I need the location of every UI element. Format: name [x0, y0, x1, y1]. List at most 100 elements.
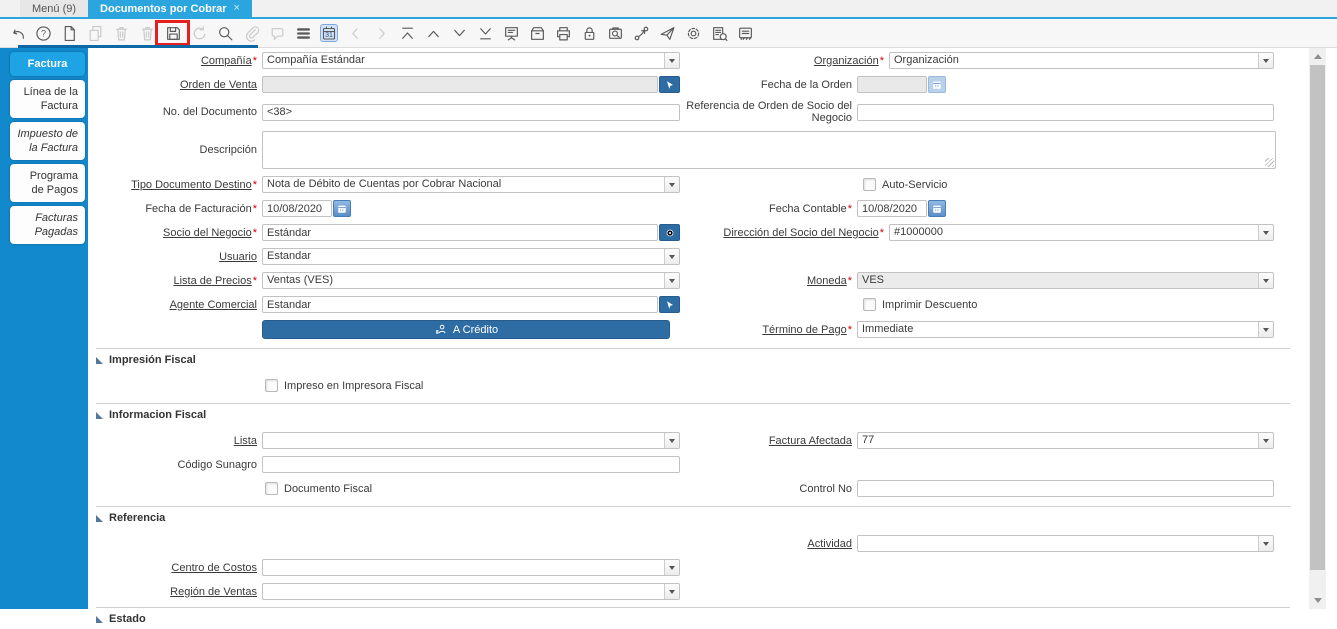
- chevron-down-icon[interactable]: [664, 249, 679, 264]
- direccion-socio-label[interactable]: Dirección del Socio del Negocio: [723, 227, 878, 239]
- organizacion-label[interactable]: Organización: [814, 55, 879, 67]
- chevron-down-icon[interactable]: [1258, 536, 1273, 551]
- socio-del-negocio-search-button[interactable]: [659, 224, 680, 241]
- imprimir-descuento-checkbox[interactable]: [863, 298, 876, 311]
- no-del-documento-field[interactable]: [262, 103, 680, 121]
- last-record-button[interactable]: [476, 24, 494, 42]
- sidebar-tab-facturas-pagadas[interactable]: Facturas Pagadas: [10, 206, 85, 244]
- socio-del-negocio-label[interactable]: Socio del Negocio: [163, 227, 252, 239]
- save-button[interactable]: [164, 24, 182, 42]
- chevron-down-icon[interactable]: [664, 584, 679, 599]
- referencia-orden-field[interactable]: [857, 103, 1274, 121]
- termino-de-pago-field[interactable]: Immediate: [857, 321, 1274, 338]
- usuario-field[interactable]: Estandar: [262, 248, 680, 265]
- first-record-button[interactable]: [398, 24, 416, 42]
- compania-label[interactable]: Compañía: [201, 55, 252, 67]
- report-button[interactable]: [502, 24, 520, 42]
- help-window-button[interactable]: [736, 24, 754, 42]
- region-de-ventas-field[interactable]: [262, 583, 680, 600]
- chevron-down-icon[interactable]: [664, 560, 679, 575]
- usuario-label[interactable]: Usuario: [219, 251, 257, 263]
- preferences-button[interactable]: [684, 24, 702, 42]
- next-record-button[interactable]: [450, 24, 468, 42]
- termino-de-pago-label[interactable]: Término de Pago: [762, 324, 846, 336]
- previous-record-button[interactable]: [424, 24, 442, 42]
- direccion-socio-field[interactable]: #1000000: [889, 224, 1274, 241]
- centro-de-costos-field[interactable]: [262, 559, 680, 576]
- scrollbar-thumb[interactable]: [1310, 65, 1325, 570]
- region-de-ventas-label[interactable]: Región de Ventas: [170, 586, 257, 598]
- resize-grip-icon[interactable]: [1265, 158, 1274, 167]
- tab-menu[interactable]: Menú (9): [20, 0, 89, 17]
- collapse-triangle-icon[interactable]: [96, 356, 103, 364]
- tipo-documento-destino-field[interactable]: Nota de Débito de Cuentas por Cobrar Nac…: [262, 176, 680, 193]
- grid-toggle-button[interactable]: [294, 24, 312, 42]
- print-button[interactable]: [554, 24, 572, 42]
- chevron-down-icon[interactable]: [1258, 322, 1273, 337]
- section-impresion-fiscal[interactable]: Impresión Fiscal: [96, 348, 1290, 370]
- sidebar-tab-programa-de-pagos[interactable]: Programa de Pagos: [10, 164, 85, 202]
- find-button[interactable]: [216, 24, 234, 42]
- collapse-triangle-icon[interactable]: [96, 615, 103, 623]
- lista-field[interactable]: [262, 432, 680, 449]
- fecha-contable-calendar-button[interactable]: [928, 200, 946, 217]
- undo-button[interactable]: [8, 24, 26, 42]
- fecha-contable-field[interactable]: [857, 200, 927, 217]
- codigo-sunagro-field[interactable]: [262, 456, 680, 473]
- centro-de-costos-label[interactable]: Centro de Costos: [171, 562, 257, 574]
- product-info-button[interactable]: [710, 24, 728, 42]
- vertical-scrollbar[interactable]: [1309, 48, 1326, 609]
- control-no-field[interactable]: [857, 480, 1274, 497]
- orden-de-venta-search-button[interactable]: [659, 76, 680, 93]
- chevron-down-icon[interactable]: [664, 273, 679, 288]
- sidebar-tab-linea-de-la-factura[interactable]: Línea de la Factura: [10, 80, 85, 118]
- lista-de-precios-label[interactable]: Lista de Precios: [173, 275, 251, 287]
- fecha-de-facturacion-calendar-button[interactable]: [333, 200, 351, 217]
- section-informacion-fiscal[interactable]: Informacion Fiscal: [96, 403, 1290, 425]
- tipo-documento-destino-label[interactable]: Tipo Documento Destino: [131, 179, 252, 191]
- auto-servicio-checkbox[interactable]: [863, 178, 876, 191]
- tab-documentos-por-cobrar[interactable]: Documentos por Cobrar ×: [88, 0, 252, 17]
- scrollbar-down-arrow[interactable]: [1309, 594, 1326, 607]
- calendar-button[interactable]: 31: [320, 24, 338, 42]
- impreso-impresora-checkbox[interactable]: [265, 379, 278, 392]
- collapse-triangle-icon[interactable]: [96, 514, 103, 522]
- orden-de-venta-label[interactable]: Orden de Venta: [180, 79, 257, 91]
- chevron-down-icon[interactable]: [1258, 53, 1273, 68]
- actividad-field[interactable]: [857, 535, 1274, 552]
- agente-comercial-label[interactable]: Agente Comercial: [170, 299, 257, 311]
- lista-label[interactable]: Lista: [234, 435, 257, 447]
- close-tab-icon[interactable]: ×: [234, 3, 240, 14]
- factura-afectada-label[interactable]: Factura Afectada: [769, 435, 852, 447]
- workflow-button[interactable]: [632, 24, 650, 42]
- request-button[interactable]: [658, 24, 676, 42]
- compania-field[interactable]: Compañía Estándar: [262, 52, 680, 69]
- lista-de-precios-field[interactable]: Ventas (VES): [262, 272, 680, 289]
- moneda-label[interactable]: Moneda: [807, 275, 847, 287]
- chevron-down-icon[interactable]: [1258, 433, 1273, 448]
- agente-comercial-field[interactable]: [262, 296, 658, 313]
- organizacion-field[interactable]: Organización: [889, 52, 1274, 69]
- zoom-across-button[interactable]: [606, 24, 624, 42]
- factura-afectada-field[interactable]: 77: [857, 432, 1274, 449]
- scrollbar-up-arrow[interactable]: [1309, 50, 1326, 63]
- new-record-button[interactable]: [60, 24, 78, 42]
- sidebar-tab-impuesto-de-la-factura[interactable]: Impuesto de la Factura: [10, 122, 85, 160]
- documento-fiscal-checkbox[interactable]: [265, 482, 278, 495]
- archive-button[interactable]: [528, 24, 546, 42]
- section-referencia[interactable]: Referencia: [96, 506, 1290, 528]
- lock-button[interactable]: [580, 24, 598, 42]
- help-button[interactable]: ?: [34, 24, 52, 42]
- fecha-de-facturacion-field[interactable]: [262, 200, 332, 217]
- chevron-down-icon[interactable]: [664, 433, 679, 448]
- chevron-down-icon[interactable]: [1258, 225, 1273, 240]
- moneda-field[interactable]: VES: [857, 272, 1274, 289]
- sidebar-tab-factura[interactable]: Factura: [10, 52, 85, 76]
- collapse-triangle-icon[interactable]: [96, 411, 103, 419]
- agente-comercial-search-button[interactable]: [659, 296, 680, 313]
- socio-del-negocio-field[interactable]: [262, 224, 658, 241]
- descripcion-field[interactable]: [262, 131, 1276, 169]
- chevron-down-icon[interactable]: [1258, 273, 1273, 288]
- a-credito-button[interactable]: A Crédito: [262, 320, 670, 339]
- actividad-label[interactable]: Actividad: [807, 538, 852, 550]
